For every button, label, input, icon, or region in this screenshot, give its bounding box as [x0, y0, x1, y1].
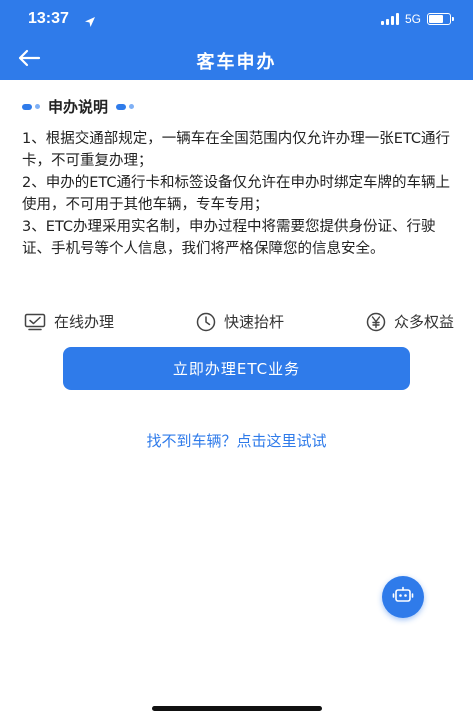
- location-arrow-icon: [84, 13, 96, 32]
- feature-list: 在线办理 快速抬杆 众多权益: [24, 311, 454, 332]
- monitor-check-icon: [24, 313, 46, 331]
- decor-dots-right: [116, 103, 135, 110]
- section-title: 申办说明: [48, 98, 109, 116]
- description-item: 2、申办的ETC通行卡和标签设备仅允许在申办时绑定车牌的车辆上使用，不可用于其他…: [22, 175, 451, 213]
- section-header: 申办说明: [22, 96, 135, 117]
- status-bar: 13:37 5G: [0, 0, 473, 40]
- clock-icon: [196, 312, 216, 332]
- description-item: 1、根据交通部规定，一辆车在全国范围内仅允许办理一张ETC通行卡，不可重复办理；: [22, 131, 451, 169]
- status-indicators: 5G: [380, 12, 454, 26]
- nav-bar: 客车申办: [0, 40, 473, 80]
- signal-icon: [380, 13, 399, 25]
- apply-etc-button[interactable]: 立即办理ETC业务: [63, 347, 410, 390]
- description-text: 1、根据交通部规定，一辆车在全国范围内仅允许办理一张ETC通行卡，不可重复办理；…: [22, 128, 452, 260]
- vehicle-not-found-link[interactable]: 找不到车辆？点击这里试试: [0, 430, 473, 451]
- decor-dots-left: [22, 103, 40, 110]
- battery-icon: [427, 13, 454, 25]
- page-title: 客车申办: [196, 52, 277, 73]
- robot-icon: [392, 586, 414, 608]
- feature-benefits: 众多权益: [366, 311, 454, 332]
- feature-fast: 快速抬杆: [196, 311, 284, 332]
- description-item: 3、ETC办理采用实名制，申办过程中将需要您提供身份证、行驶证、手机号等个人信息…: [22, 219, 436, 257]
- feature-label: 快速抬杆: [223, 313, 284, 331]
- status-time: 13:37: [28, 10, 69, 27]
- feature-label: 在线办理: [54, 313, 115, 331]
- feature-label: 众多权益: [393, 313, 454, 331]
- home-indicator: [152, 706, 322, 711]
- robot-service-button[interactable]: [382, 576, 424, 618]
- yuan-icon: [366, 312, 386, 332]
- feature-online: 在线办理: [24, 311, 114, 332]
- network-type: 5G: [404, 12, 421, 26]
